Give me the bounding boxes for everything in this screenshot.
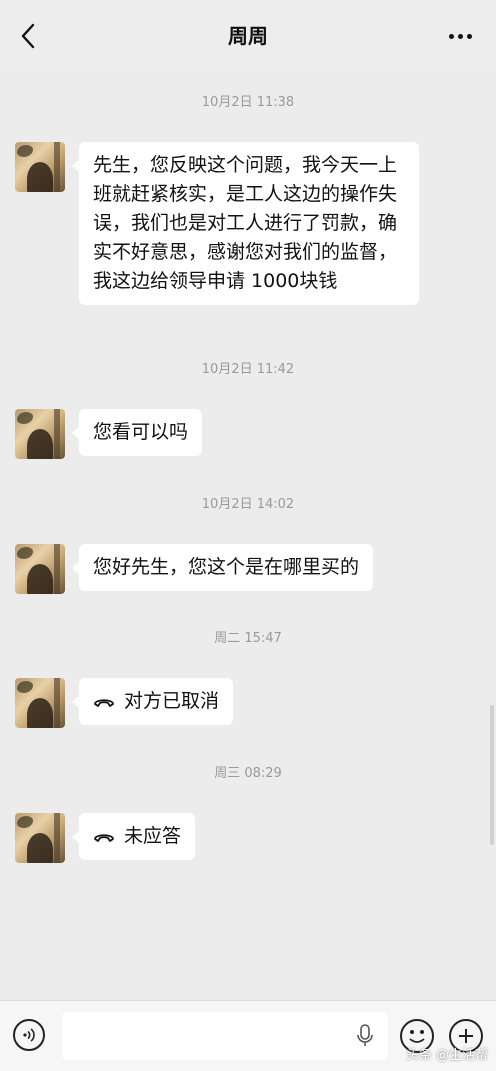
message-list[interactable]: 10月2日 11:38 先生，您反映这个问题，我今天一上班就赶紧核实，是工人这边…	[0, 70, 496, 1000]
message-timestamp: 10月2日 11:38	[201, 95, 295, 110]
voice-icon	[23, 1028, 35, 1042]
message-timestamp: 周二 15:47	[214, 631, 282, 646]
phone-hangup-icon	[93, 826, 115, 848]
message-text: 您看可以吗	[93, 421, 189, 443]
call-status-text: 未应答	[124, 825, 182, 847]
message-bubble[interactable]: 您看可以吗	[71, 409, 203, 456]
avatar[interactable]	[15, 409, 65, 459]
message-input[interactable]	[62, 1012, 388, 1060]
message-bubble[interactable]: 您好先生，您这个是在哪里买的	[71, 544, 374, 591]
phone-hangup-icon	[93, 691, 115, 713]
message-text: 您好先生，您这个是在哪里买的	[93, 556, 360, 578]
plus-icon	[459, 1029, 473, 1043]
avatar[interactable]	[15, 813, 65, 863]
message-timestamp: 周三 08:29	[214, 766, 282, 781]
more-dots-icon	[448, 33, 454, 39]
avatar[interactable]	[15, 142, 65, 192]
message-timestamp: 10月2日 11:42	[201, 362, 295, 377]
call-record-bubble[interactable]: 对方已取消	[71, 678, 234, 725]
chat-title: 周周	[228, 24, 268, 48]
voice-button[interactable]	[13, 1019, 45, 1051]
call-status-text: 对方已取消	[124, 690, 220, 712]
message-timestamp: 10月2日 14:02	[201, 497, 295, 512]
watermark: 头条 @生活帮	[405, 1048, 488, 1063]
avatar[interactable]	[15, 544, 65, 594]
top-bar: 周周	[0, 0, 496, 70]
call-record-bubble[interactable]: 未应答	[71, 813, 196, 860]
message-bubble[interactable]: 先生，您反映这个问题，我今天一上班就赶紧核实，是工人这边的操作失误，我们也是对工…	[72, 142, 419, 305]
scrollbar[interactable]	[490, 705, 494, 845]
mic-icon[interactable]	[356, 1024, 374, 1048]
avatar[interactable]	[15, 678, 65, 728]
message-text: 先生，您反映这个问题，我今天一上班就赶紧核实，是工人这边的操作失误，我们也是对工…	[93, 154, 398, 292]
more-button[interactable]	[444, 22, 476, 50]
